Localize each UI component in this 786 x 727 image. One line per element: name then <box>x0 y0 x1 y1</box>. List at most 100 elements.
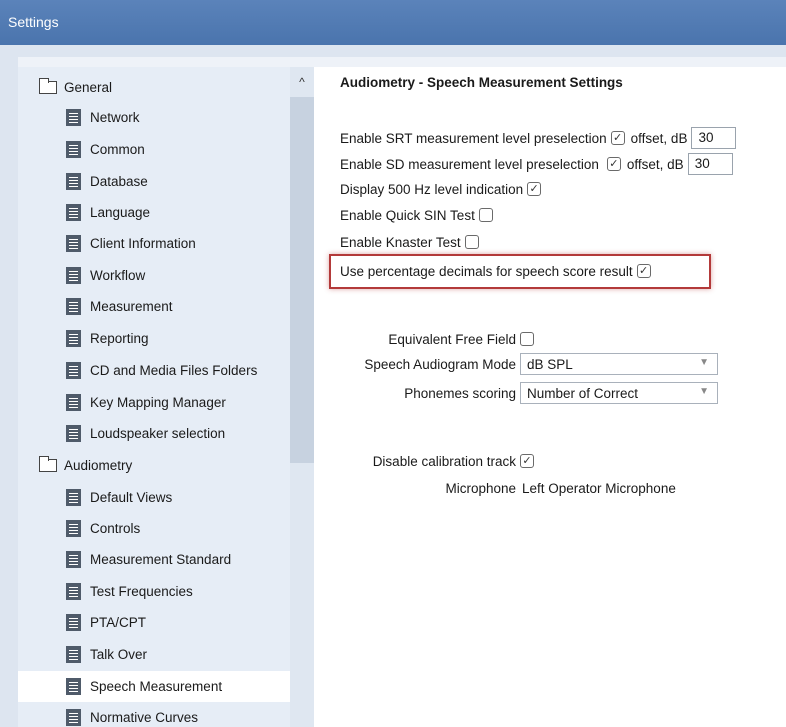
check-icon: ✓ <box>639 264 649 277</box>
tree-item-cd-media-folders[interactable]: CD and Media Files Folders <box>18 355 290 386</box>
folder-icon <box>39 78 57 94</box>
document-icon <box>66 235 81 252</box>
knaster-label: Enable Knaster Test <box>340 234 461 250</box>
tree-item-audiometry[interactable]: Audiometry <box>18 450 290 481</box>
document-icon <box>66 394 81 411</box>
disable-calibration-label: Disable calibration track <box>372 453 516 469</box>
tree-item-label: Workflow <box>90 268 146 283</box>
document-icon <box>66 141 81 158</box>
tree-item-label: Client Information <box>90 236 196 251</box>
document-icon <box>66 109 81 126</box>
tree-scrollbar[interactable]: ^ <box>290 67 314 727</box>
phonemes-scoring-select[interactable]: Number of Correct ▼ <box>520 382 718 404</box>
tree-item-label: Reporting <box>90 331 149 346</box>
document-icon <box>66 709 81 726</box>
scroll-up-icon[interactable]: ^ <box>290 75 314 95</box>
document-icon <box>66 298 81 315</box>
equivalent-free-field-label: Equivalent Free Field <box>388 331 516 347</box>
percentage-decimals-checkbox[interactable]: ✓ <box>636 264 651 278</box>
folder-icon <box>39 456 57 472</box>
display-500hz-checkbox[interactable]: ✓ <box>527 182 542 196</box>
display-500hz-label: Display 500 Hz level indication <box>340 181 524 197</box>
document-icon <box>66 678 81 695</box>
microphone-row: Microphone Left Operator Microphone <box>340 477 676 499</box>
tree-item-label: Normative Curves <box>90 710 199 725</box>
tree-item-default-views[interactable]: Default Views <box>18 482 290 513</box>
tree-item-network[interactable]: Network <box>18 102 290 133</box>
document-icon <box>66 267 81 284</box>
speech-audiogram-mode-select[interactable]: dB SPL ▼ <box>520 353 718 375</box>
tree-item-label: Common <box>90 142 145 157</box>
tree-item-test-frequencies[interactable]: Test Frequencies <box>18 576 290 607</box>
tree-item-pta-cpt[interactable]: PTA/CPT <box>18 607 290 638</box>
tree-item-label: Audiometry <box>64 458 133 473</box>
document-icon <box>66 330 81 347</box>
tree-item-loudspeaker-selection[interactable]: Loudspeaker selection <box>18 418 290 449</box>
tree-item-label: Network <box>90 110 140 125</box>
document-icon <box>66 362 81 379</box>
tree-item-label: Measurement Standard <box>90 552 232 567</box>
check-icon: ✓ <box>609 157 619 170</box>
tree-item-normative-curves[interactable]: Normative Curves <box>18 702 290 727</box>
quick-sin-label: Enable Quick SIN Test <box>340 207 475 223</box>
speech-audiogram-mode-row: Speech Audiogram Mode dB SPL ▼ <box>340 353 718 375</box>
tree-item-label: Database <box>90 174 148 189</box>
document-icon <box>66 489 81 506</box>
tree-item-label: Controls <box>90 521 141 536</box>
quick-sin-checkbox[interactable] <box>478 208 493 222</box>
tree-item-speech-measurement[interactable]: Speech Measurement <box>18 671 290 702</box>
phonemes-scoring-label: Phonemes scoring <box>404 385 516 401</box>
tree-item-language[interactable]: Language <box>18 197 290 228</box>
tree-item-reporting[interactable]: Reporting <box>18 323 290 354</box>
tree-item-workflow[interactable]: Workflow <box>18 260 290 291</box>
srt-offset-input[interactable]: 30 <box>691 127 737 149</box>
tree-item-label: Default Views <box>90 490 173 505</box>
knaster-row: Enable Knaster Test <box>340 231 479 253</box>
section-title: Audiometry - Speech Measurement Settings <box>340 75 623 90</box>
srt-preselection-label: Enable SRT measurement level preselectio… <box>340 130 607 146</box>
tree-item-key-mapping-manager[interactable]: Key Mapping Manager <box>18 387 290 418</box>
tree-item-label: General <box>64 80 113 95</box>
knaster-checkbox[interactable] <box>464 235 479 249</box>
disable-calibration-row: Disable calibration track ✓ <box>340 450 534 472</box>
document-icon <box>66 583 81 600</box>
tree-item-general[interactable]: General <box>18 72 290 103</box>
tree-item-label: PTA/CPT <box>90 615 147 630</box>
tree-item-talk-over[interactable]: Talk Over <box>18 639 290 670</box>
microphone-label: Microphone <box>445 480 516 496</box>
check-icon: ✓ <box>522 454 532 467</box>
microphone-value: Left Operator Microphone <box>522 480 676 496</box>
srt-preselection-row: Enable SRT measurement level preselectio… <box>340 127 737 149</box>
document-icon <box>66 173 81 190</box>
document-icon <box>66 551 81 568</box>
tree-item-label: Talk Over <box>90 647 148 662</box>
document-icon <box>66 614 81 631</box>
equivalent-free-field-checkbox[interactable] <box>520 332 534 346</box>
percentage-decimals-row: Use percentage decimals for speech score… <box>340 260 651 282</box>
window-title: Settings <box>8 14 59 30</box>
tree-item-controls[interactable]: Controls <box>18 513 290 544</box>
scrollbar-thumb[interactable] <box>290 97 314 463</box>
tree-item-client-information[interactable]: Client Information <box>18 228 290 259</box>
display-500hz-row: Display 500 Hz level indication ✓ <box>340 178 542 200</box>
chevron-down-icon: ▼ <box>699 386 709 397</box>
tree-item-common[interactable]: Common <box>18 134 290 165</box>
tree-item-label: Key Mapping Manager <box>90 395 226 410</box>
disable-calibration-checkbox[interactable]: ✓ <box>520 454 534 468</box>
srt-offset-label: offset, dB <box>630 130 688 146</box>
srt-preselection-checkbox[interactable]: ✓ <box>610 131 625 145</box>
sd-preselection-label: Enable SD measurement level preselection <box>340 156 599 172</box>
tree-item-label: Loudspeaker selection <box>90 426 226 441</box>
frame-left-border <box>0 45 18 727</box>
tree-item-measurement[interactable]: Measurement <box>18 291 290 322</box>
tree-item-label: Language <box>90 205 151 220</box>
tree-item-measurement-standard[interactable]: Measurement Standard <box>18 544 290 575</box>
document-icon <box>66 646 81 663</box>
document-icon <box>66 204 81 221</box>
tree-item-label: CD and Media Files Folders <box>90 363 258 378</box>
sd-offset-input[interactable]: 30 <box>687 153 733 175</box>
equivalent-free-field-row: Equivalent Free Field <box>340 328 534 350</box>
speech-audiogram-mode-label: Speech Audiogram Mode <box>364 356 516 372</box>
sd-preselection-checkbox[interactable]: ✓ <box>606 157 621 171</box>
tree-item-database[interactable]: Database <box>18 166 290 197</box>
